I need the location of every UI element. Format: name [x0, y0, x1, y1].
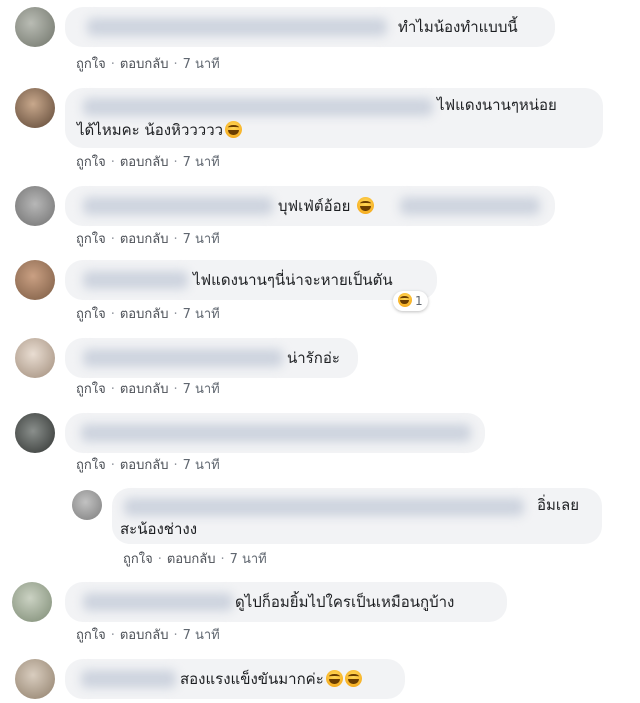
comment-text: บุฟเฟ่ต์อ้อย: [278, 194, 375, 218]
comment-text: ทำไมน้องทำแบบนี้: [398, 18, 518, 36]
comment-timestamp[interactable]: 7 นาที: [183, 458, 220, 473]
comment-text-line2: ได้ไหมคะ น้องหิววววว: [77, 118, 243, 142]
blurred-commenter-name: [83, 271, 188, 289]
avatar[interactable]: [15, 413, 55, 453]
comment-item: ดูไปก็อมยิ้มไปใครเป็นเหมือนกูบ้าง ถูกใจ ·…: [0, 578, 640, 653]
comment-text: อิ่มเลย: [537, 496, 580, 514]
comment-actions: ถูกใจ · ตอบกลับ · 7 นาที: [76, 232, 220, 247]
like-link[interactable]: ถูกใจ: [76, 458, 106, 473]
comment-timestamp[interactable]: 7 นาที: [183, 57, 220, 72]
comment-text: สองแรงแข็งขันมากค่ะ: [180, 667, 362, 691]
comment-actions: ถูกใจ · ตอบกลับ · 7 นาที: [123, 552, 267, 567]
comment-item: ทำไมน้องทำแบบนี้ ถูกใจ · ตอบกลับ · 7 นาที: [0, 0, 640, 75]
comment-actions: ถูกใจ · ตอบกลับ · 7 นาที: [76, 57, 220, 72]
grinning-emoji-icon: [344, 670, 362, 687]
comment-text: ดูไปก็อมยิ้มไปใครเป็นเหมือนกูบ้าง: [235, 593, 455, 611]
blurred-commenter-name: [83, 349, 283, 367]
avatar[interactable]: [15, 7, 55, 47]
like-link[interactable]: ถูกใจ: [76, 232, 106, 247]
reaction-badge[interactable]: 1: [393, 291, 428, 311]
avatar[interactable]: [15, 659, 55, 699]
comment-timestamp[interactable]: 7 นาที: [183, 232, 220, 247]
comment-bubble: ไฟแดงนานๆหน่อย ได้ไหมคะ น้องหิววววว: [65, 88, 603, 148]
blurred-commenter-name: [83, 98, 433, 116]
comment-text-line2: สะน้องช่างง: [120, 520, 198, 538]
reply-link[interactable]: ตอบกลับ: [120, 382, 169, 397]
reply-link[interactable]: ตอบกลับ: [120, 458, 169, 473]
blurred-comment-content: [81, 424, 471, 442]
comment-bubble: ไฟแดงนานๆนี่น่าจะหายเป็นตัน: [65, 260, 437, 300]
comment-actions: ถูกใจ · ตอบกลับ · 7 นาที: [76, 307, 220, 322]
blurred-commenter-name: [87, 18, 387, 36]
comment-text: น่ารักอ่ะ: [287, 349, 340, 367]
comment-actions: ถูกใจ · ตอบกลับ · 7 นาที: [76, 382, 220, 397]
like-link[interactable]: ถูกใจ: [76, 307, 106, 322]
avatar[interactable]: [15, 260, 55, 300]
avatar[interactable]: [15, 88, 55, 128]
comment-timestamp[interactable]: 7 นาที: [183, 382, 220, 397]
comment-item: ไฟแดงนานๆหน่อย ได้ไหมคะ น้องหิววววว ถูกใ…: [0, 80, 640, 175]
comment-bubble: บุฟเฟ่ต์อ้อย: [65, 186, 555, 226]
comment-actions: ถูกใจ · ตอบกลับ · 7 นาที: [76, 628, 220, 643]
blurred-commenter-name: [83, 197, 273, 215]
avatar[interactable]: [12, 582, 52, 622]
avatar[interactable]: [15, 338, 55, 378]
grinning-emoji-icon: [325, 670, 343, 687]
reply-link[interactable]: ตอบกลับ: [120, 307, 169, 322]
haha-reaction-icon: [398, 293, 412, 307]
reply-link[interactable]: ตอบกลับ: [120, 628, 169, 643]
reply-link[interactable]: ตอบกลับ: [120, 155, 169, 170]
comment-item: ไฟแดงนานๆนี่น่าจะหายเป็นตัน 1 ถูกใจ · ตอบก…: [0, 255, 640, 335]
comment-item: น่ารักอ่ะ ถูกใจ · ตอบกลับ · 7 นาที: [0, 332, 640, 410]
blurred-commenter-name: [83, 593, 233, 611]
comment-actions: ถูกใจ · ตอบกลับ · 7 นาที: [76, 458, 220, 473]
comment-timestamp[interactable]: 7 นาที: [183, 307, 220, 322]
like-link[interactable]: ถูกใจ: [76, 628, 106, 643]
reply-item: อิ่มเลย สะน้องช่างง ถูกใจ · ตอบกลับ · 7 นาที: [0, 482, 640, 577]
comment-bubble: [65, 413, 485, 453]
comment-item: สองแรงแข็งขันมากค่ะ: [0, 655, 640, 703]
comment-timestamp[interactable]: 7 นาที: [230, 552, 267, 567]
comment-text: ไฟแดงนานๆนี่น่าจะหายเป็นตัน: [193, 271, 393, 289]
comment-item: ถูกใจ · ตอบกลับ · 7 นาที: [0, 408, 640, 488]
like-link[interactable]: ถูกใจ: [123, 552, 153, 567]
comment-timestamp[interactable]: 7 นาที: [183, 155, 220, 170]
blurred-text: [400, 197, 540, 215]
laughing-emoji-icon: [357, 197, 375, 214]
like-link[interactable]: ถูกใจ: [76, 155, 106, 170]
blurred-commenter-name: [124, 498, 524, 516]
comment-bubble: ทำไมน้องทำแบบนี้: [65, 7, 555, 47]
avatar[interactable]: [72, 490, 102, 520]
like-link[interactable]: ถูกใจ: [76, 57, 106, 72]
comment-actions: ถูกใจ · ตอบกลับ · 7 นาที: [76, 155, 220, 170]
reply-link[interactable]: ตอบกลับ: [167, 552, 216, 567]
like-link[interactable]: ถูกใจ: [76, 382, 106, 397]
laughing-emoji-icon: [225, 121, 243, 138]
comment-item: บุฟเฟ่ต์อ้อย ถูกใจ · ตอบกลับ · 7 นาที: [0, 180, 640, 255]
reply-link[interactable]: ตอบกลับ: [120, 232, 169, 247]
comment-timestamp[interactable]: 7 นาที: [183, 628, 220, 643]
reply-link[interactable]: ตอบกลับ: [120, 57, 169, 72]
comment-bubble: น่ารักอ่ะ: [65, 338, 358, 378]
comment-text: ไฟแดงนานๆหน่อย: [437, 96, 557, 114]
comment-bubble: อิ่มเลย สะน้องช่างง: [112, 488, 602, 544]
blurred-commenter-name: [81, 670, 176, 688]
reaction-count: 1: [415, 294, 423, 308]
comment-bubble: ดูไปก็อมยิ้มไปใครเป็นเหมือนกูบ้าง: [65, 582, 507, 622]
comment-bubble: สองแรงแข็งขันมากค่ะ: [65, 659, 405, 699]
avatar[interactable]: [15, 186, 55, 226]
